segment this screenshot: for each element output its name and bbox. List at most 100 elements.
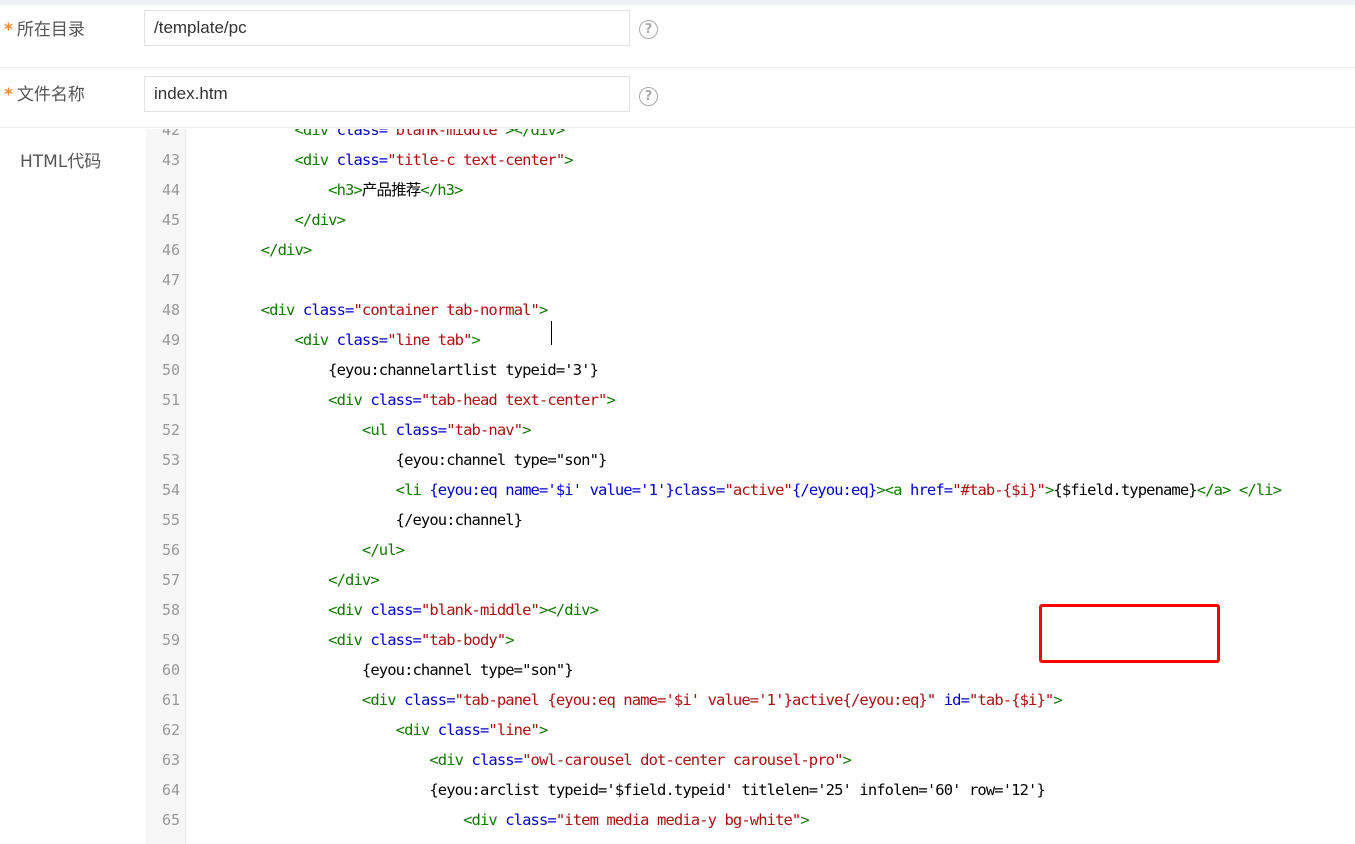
filename-label: * 文件名称 <box>4 80 85 105</box>
code-editor[interactable]: 42 <div class="blank-middle"></div> 43 <d… <box>146 129 1355 844</box>
code-token: </ul> <box>227 541 405 559</box>
code-text: {/eyou:channel} <box>227 505 523 535</box>
code-line[interactable]: 62 <div class="line"> <box>146 715 1355 745</box>
code-line[interactable]: 65 <div class="item media media-y bg-whi… <box>146 805 1355 835</box>
code-token: "item media media-y bg-white" <box>555 811 801 829</box>
code-token: </h3> <box>420 181 463 199</box>
code-line[interactable]: 45 </div> <box>146 205 1355 235</box>
code-token: <div <box>227 601 371 619</box>
code-line[interactable]: 48 <div class="container tab-normal"> <box>146 295 1355 325</box>
code-token: > <box>606 391 615 409</box>
code-token: <div <box>227 811 506 829</box>
code-token: <div <box>227 751 472 769</box>
line-number: 47 <box>161 271 180 289</box>
line-number: 62 <box>161 721 180 739</box>
code-token: > <box>538 301 548 319</box>
code-token: {/eyou:eq} <box>791 481 877 499</box>
code-token: </div> <box>227 571 380 589</box>
code-text: {eyou:arclist typeid='$field.typeid' tit… <box>227 775 1045 805</box>
text-cursor <box>551 321 552 345</box>
annotation-highlight-box <box>1039 604 1220 663</box>
code-token: class= <box>336 151 388 169</box>
code-line[interactable]: 44 <h3>产品推荐</h3> <box>146 175 1355 205</box>
code-token: "tab-nav" <box>446 421 523 439</box>
code-text: </div> <box>227 205 345 235</box>
code-token: <div <box>227 721 438 739</box>
line-number: 45 <box>161 211 180 229</box>
line-number: 61 <box>161 691 180 709</box>
code-line[interactable]: 42 <div class="blank-middle"></div> <box>146 129 1355 145</box>
code-line[interactable]: 57 </div> <box>146 565 1355 595</box>
line-number: 63 <box>161 751 180 769</box>
code-text: <div class="tab-body"> <box>227 625 514 655</box>
code-line[interactable]: 52 <ul class="tab-nav"> <box>146 415 1355 445</box>
code-token: </div> <box>227 211 346 229</box>
code-token: "active" <box>724 481 793 499</box>
line-number: 55 <box>161 511 180 529</box>
directory-label: * 所在目录 <box>4 15 85 40</box>
code-line[interactable]: 54 <li {eyou:eq name='$i' value='1'}clas… <box>146 475 1355 505</box>
required-mark: * <box>4 20 13 40</box>
code-token: "title-c text-center" <box>387 151 565 169</box>
line-number: 64 <box>161 781 180 799</box>
code-token: "owl-carousel dot-center carousel-pro" <box>522 751 843 769</box>
code-line[interactable]: 56 </ul> <box>146 535 1355 565</box>
line-number: 48 <box>161 301 180 319</box>
code-text: {eyou:channel type="son"} <box>227 655 574 685</box>
code-line[interactable]: 51 <div class="tab-head text-center"> <box>146 385 1355 415</box>
code-line[interactable]: 46 </div> <box>146 235 1355 265</box>
code-text: <li {eyou:eq name='$i' value='1'}class="… <box>227 475 1282 505</box>
code-token: {/eyou:channel} <box>227 511 523 529</box>
code-token: {eyou:eq name='$i' value='1'}class= <box>429 481 725 499</box>
code-token: <div <box>227 391 371 409</box>
code-line[interactable]: 50 {eyou:channelartlist typeid='3'} <box>146 355 1355 385</box>
help-icon[interactable]: ? <box>639 20 658 39</box>
help-icon[interactable]: ? <box>639 87 658 106</box>
code-token: "line tab" <box>387 331 472 349</box>
code-line[interactable]: 53 {eyou:channel type="son"} <box>146 445 1355 475</box>
code-line[interactable]: 49 <div class="line tab"> <box>146 325 1355 355</box>
code-line[interactable]: 61 <div class="tab-panel {eyou:eq name='… <box>146 685 1355 715</box>
line-number: 51 <box>161 391 180 409</box>
code-token: class= <box>404 691 455 709</box>
code-token: class= <box>336 129 388 139</box>
line-number: 49 <box>161 331 180 349</box>
code-text: <div class="line tab"> <box>227 325 480 355</box>
code-token: "tab-panel {eyou:eq name='$i' value='1'}… <box>454 691 937 709</box>
code-token: class= <box>336 331 388 349</box>
code-lines[interactable]: 42 <div class="blank-middle"></div> 43 <d… <box>146 129 1355 835</box>
line-number: 57 <box>161 571 180 589</box>
code-token: class= <box>370 391 421 409</box>
required-mark: * <box>4 85 13 105</box>
code-token: <div <box>227 301 303 319</box>
code-token: {eyou:channel type="son"} <box>227 661 574 679</box>
code-token: {eyou:arclist typeid='$field.typeid' tit… <box>227 781 1045 799</box>
code-text: <div class="line"> <box>227 715 549 745</box>
code-text: {eyou:channel type="son"} <box>227 445 608 475</box>
code-token: {eyou:channel type="son"} <box>227 451 608 469</box>
code-line[interactable]: 64 {eyou:arclist typeid='$field.typeid' … <box>146 775 1355 805</box>
filename-input[interactable] <box>144 76 630 112</box>
code-token: <div <box>227 631 371 649</box>
code-token: > <box>538 721 548 739</box>
code-token: <div <box>227 129 337 139</box>
line-number: 44 <box>161 181 180 199</box>
code-token: <h3> <box>227 181 363 199</box>
line-number: 52 <box>161 421 180 439</box>
code-text: <div class="tab-panel {eyou:eq name='$i'… <box>227 685 1063 715</box>
line-number: 46 <box>161 241 180 259</box>
line-number: 56 <box>161 541 180 559</box>
code-token: "container tab-normal" <box>353 301 539 319</box>
code-token: ><a <box>876 481 911 499</box>
code-text: <h3>产品推荐</h3> <box>227 175 463 205</box>
code-token: id= <box>935 691 970 709</box>
line-number: 50 <box>161 361 180 379</box>
code-line[interactable]: 55 {/eyou:channel} <box>146 505 1355 535</box>
code-line[interactable]: 43 <div class="title-c text-center"> <box>146 145 1355 175</box>
directory-input[interactable] <box>144 10 630 46</box>
code-token: </a> </li> <box>1196 481 1282 499</box>
code-token: <div <box>227 331 337 349</box>
code-line[interactable]: 47 <box>146 265 1355 295</box>
code-token: <div <box>227 151 337 169</box>
code-line[interactable]: 63 <div class="owl-carousel dot-center c… <box>146 745 1355 775</box>
